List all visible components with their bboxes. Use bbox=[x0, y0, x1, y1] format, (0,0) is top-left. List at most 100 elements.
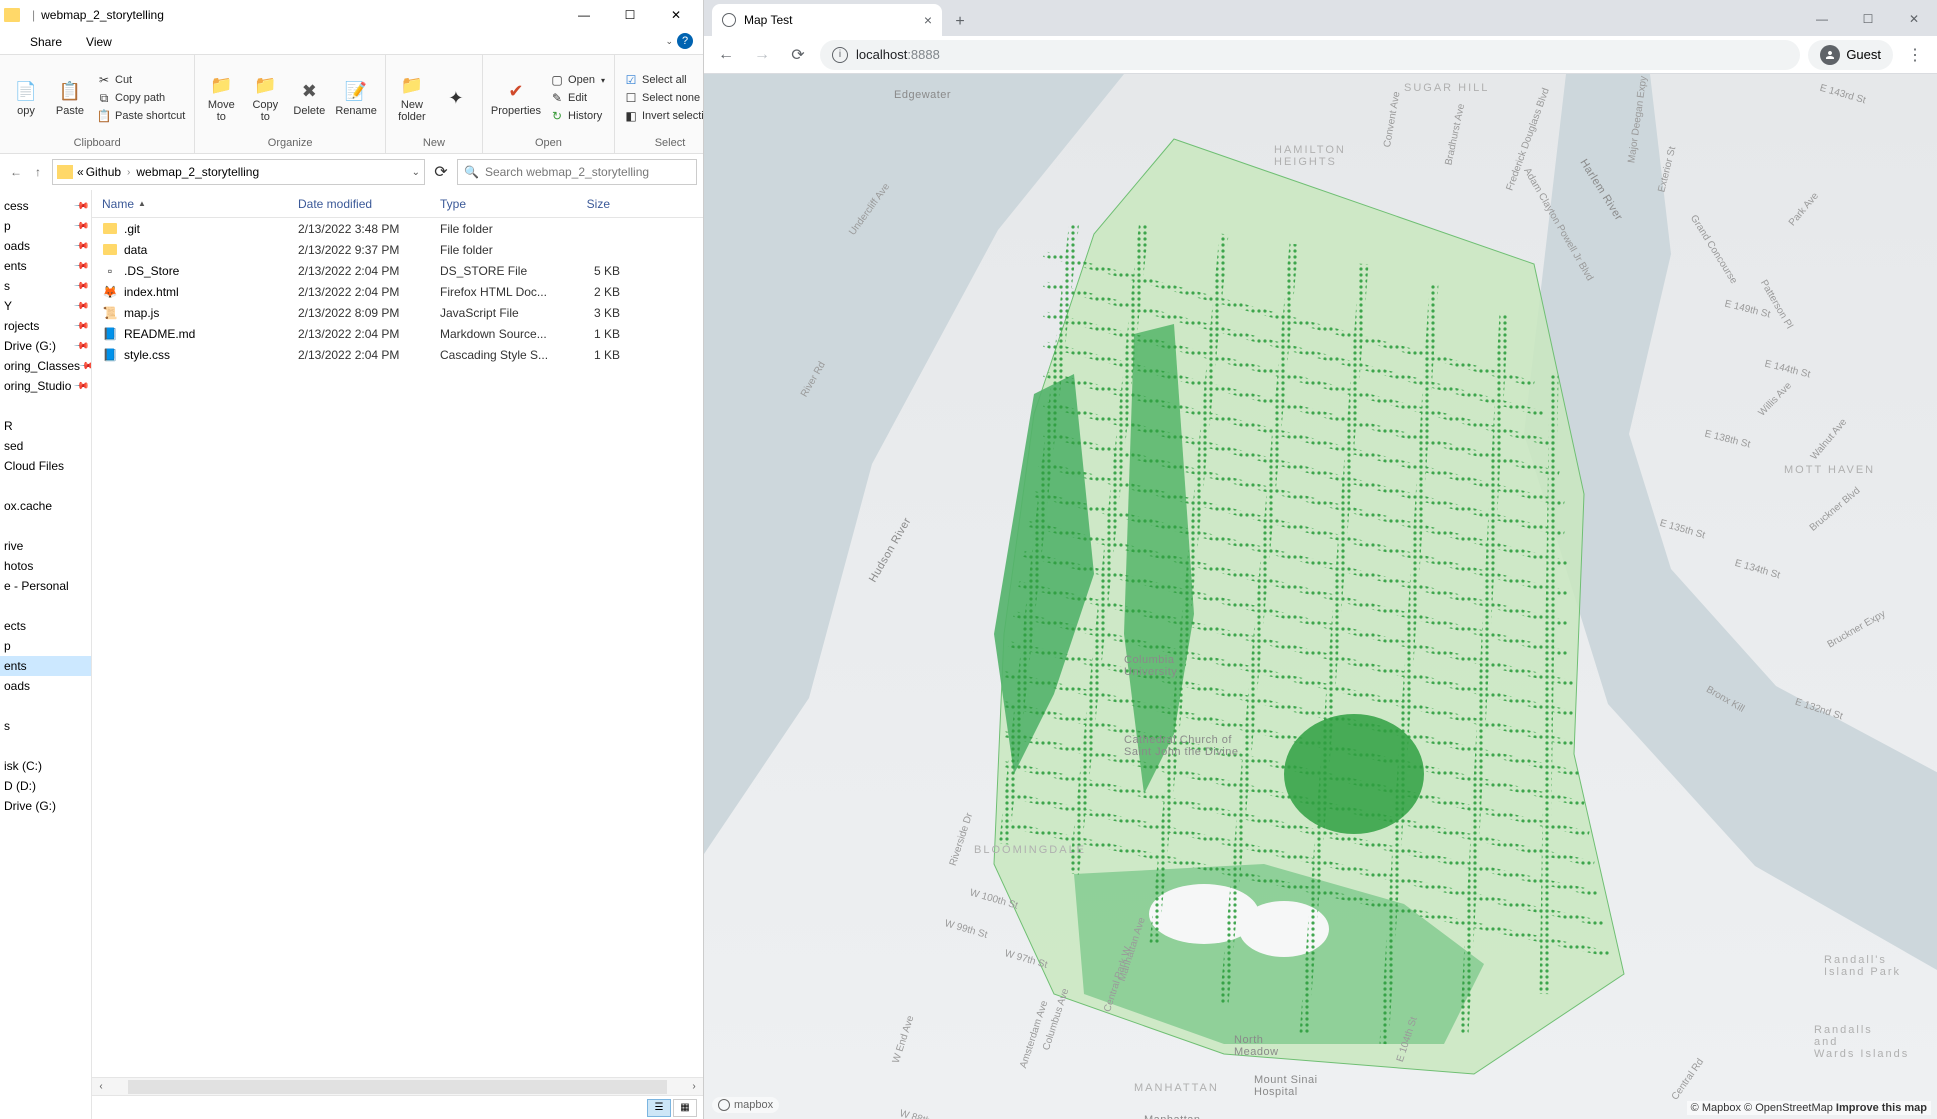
menu-view[interactable]: View bbox=[86, 35, 112, 49]
browser-menu-button[interactable]: ⋮ bbox=[1901, 41, 1929, 69]
history-button[interactable]: ↻History bbox=[547, 108, 608, 124]
new-folder-button[interactable]: 📁New folder bbox=[392, 59, 432, 137]
navigation-sidebar[interactable]: cess📌p📌oads📌ents📌s📌Y📌rojects📌Drive (G:)📌… bbox=[0, 190, 92, 1119]
select-all-label: Select all bbox=[642, 74, 687, 86]
sidebar-item[interactable]: isk (C:) bbox=[0, 756, 91, 776]
sidebar-item[interactable] bbox=[0, 516, 91, 536]
refresh-button[interactable]: ⟳ bbox=[429, 159, 453, 185]
sidebar-item[interactable]: p bbox=[0, 636, 91, 656]
scroll-left-icon[interactable]: ‹ bbox=[92, 1081, 110, 1092]
file-row[interactable]: 📜map.js2/13/2022 8:09 PMJavaScript File3… bbox=[92, 302, 703, 323]
sidebar-item[interactable]: Cloud Files bbox=[0, 456, 91, 476]
sidebar-item[interactable] bbox=[0, 476, 91, 496]
new-item-button[interactable]: ✦ bbox=[436, 59, 476, 137]
paste-shortcut-button[interactable]: 📋Paste shortcut bbox=[94, 108, 188, 124]
sidebar-item[interactable]: oring_Studio📌 bbox=[0, 376, 91, 396]
help-icon[interactable]: ? bbox=[677, 33, 693, 49]
sidebar-item[interactable] bbox=[0, 696, 91, 716]
cut-button[interactable]: ✂Cut bbox=[94, 72, 188, 88]
sidebar-item[interactable]: D (D:) bbox=[0, 776, 91, 796]
sidebar-item[interactable]: s bbox=[0, 716, 91, 736]
file-row[interactable]: data2/13/2022 9:37 PMFile folder bbox=[92, 239, 703, 260]
sidebar-item[interactable]: oads bbox=[0, 676, 91, 696]
map-viewport[interactable]: SUGAR HILLHAMILTONHEIGHTSMOTT HAVENMANHA… bbox=[704, 74, 1937, 1119]
sidebar-item[interactable] bbox=[0, 596, 91, 616]
view-details-button[interactable]: ☰ bbox=[647, 1099, 671, 1117]
sidebar-item[interactable]: rojects📌 bbox=[0, 316, 91, 336]
new-tab-button[interactable]: + bbox=[946, 8, 974, 36]
browser-reload-button[interactable]: ⟳ bbox=[784, 41, 812, 69]
sidebar-item[interactable]: R bbox=[0, 416, 91, 436]
sidebar-item[interactable]: ox.cache bbox=[0, 496, 91, 516]
url-input[interactable]: i localhost:8888 bbox=[820, 40, 1800, 70]
open-button[interactable]: ▢Open▾ bbox=[547, 72, 608, 88]
sidebar-item[interactable]: rive bbox=[0, 536, 91, 556]
breadcrumb-item[interactable]: webmap_2_storytelling bbox=[136, 165, 259, 179]
sidebar-item[interactable]: Drive (G:) bbox=[0, 796, 91, 816]
sidebar-item[interactable]: ents📌 bbox=[0, 256, 91, 276]
sidebar-item[interactable]: Drive (G:)📌 bbox=[0, 336, 91, 356]
sidebar-item[interactable]: hotos bbox=[0, 556, 91, 576]
attr-osm[interactable]: © OpenStreetMap bbox=[1744, 1102, 1833, 1114]
column-date[interactable]: Date modified bbox=[288, 197, 430, 211]
column-size[interactable]: Size bbox=[550, 197, 620, 211]
copy-to-button[interactable]: 📁Copy to bbox=[245, 59, 285, 137]
browser-maximize-button[interactable]: ☐ bbox=[1845, 2, 1891, 36]
browser-forward-button[interactable]: → bbox=[748, 41, 776, 69]
properties-button[interactable]: ✔Properties bbox=[489, 59, 543, 137]
browser-close-button[interactable]: ✕ bbox=[1891, 2, 1937, 36]
sidebar-item[interactable]: sed bbox=[0, 436, 91, 456]
copy-path-button[interactable]: ⧉Copy path bbox=[94, 90, 188, 106]
ribbon-collapse-icon[interactable]: ⌄ bbox=[665, 36, 673, 47]
scroll-right-icon[interactable]: › bbox=[685, 1081, 703, 1092]
file-row[interactable]: 📘style.css2/13/2022 2:04 PMCascading Sty… bbox=[92, 344, 703, 365]
file-row[interactable]: 📘README.md2/13/2022 2:04 PMMarkdown Sour… bbox=[92, 323, 703, 344]
view-icons-button[interactable]: ▦ bbox=[673, 1099, 697, 1117]
file-row[interactable]: .git2/13/2022 3:48 PMFile folder bbox=[92, 218, 703, 239]
close-button[interactable]: ✕ bbox=[653, 0, 699, 30]
sidebar-item[interactable]: Y📌 bbox=[0, 296, 91, 316]
minimize-button[interactable]: — bbox=[561, 0, 607, 30]
breadcrumb-item[interactable]: Github bbox=[86, 165, 121, 179]
column-type[interactable]: Type bbox=[430, 197, 550, 211]
sidebar-item[interactable]: p📌 bbox=[0, 216, 91, 236]
sidebar-item[interactable]: cess📌 bbox=[0, 196, 91, 216]
tab-close-button[interactable]: × bbox=[924, 12, 932, 28]
site-info-icon[interactable]: i bbox=[832, 47, 848, 63]
sidebar-item[interactable]: oring_Classes📌 bbox=[0, 356, 91, 376]
sidebar-item[interactable]: e - Personal bbox=[0, 576, 91, 596]
file-row[interactable]: 🦊index.html2/13/2022 2:04 PMFirefox HTML… bbox=[92, 281, 703, 302]
maximize-button[interactable]: ☐ bbox=[607, 0, 653, 30]
paste-button[interactable]: 📋 Paste bbox=[50, 59, 90, 137]
search-input[interactable]: 🔍 Search webmap_2_storytelling bbox=[457, 159, 697, 185]
move-to-button[interactable]: 📁Move to bbox=[201, 59, 241, 137]
breadcrumb[interactable]: « Github › webmap_2_storytelling ⌄ bbox=[52, 159, 425, 185]
rename-button[interactable]: 📝Rename bbox=[333, 59, 379, 137]
nav-up-button[interactable]: ↑ bbox=[28, 161, 48, 183]
attr-mapbox[interactable]: © Mapbox bbox=[1691, 1102, 1741, 1114]
attr-improve[interactable]: Improve this map bbox=[1836, 1102, 1927, 1114]
browser-back-button[interactable]: ← bbox=[712, 41, 740, 69]
delete-button[interactable]: ✖Delete bbox=[289, 59, 329, 137]
titlebar[interactable]: | webmap_2_storytelling — ☐ ✕ bbox=[0, 0, 703, 30]
mapbox-logo[interactable]: mapbox bbox=[712, 1097, 779, 1113]
file-row[interactable]: ▫.DS_Store2/13/2022 2:04 PMDS_STORE File… bbox=[92, 260, 703, 281]
edit-button[interactable]: ✎Edit bbox=[547, 90, 608, 106]
sidebar-item[interactable]: ents bbox=[0, 656, 91, 676]
profile-chip[interactable]: Guest bbox=[1808, 40, 1893, 70]
browser-minimize-button[interactable]: — bbox=[1799, 2, 1845, 36]
column-name[interactable]: Name▲ bbox=[92, 197, 288, 211]
browser-tab[interactable]: Map Test × bbox=[712, 4, 942, 36]
copy-button[interactable]: 📄 opy bbox=[6, 59, 46, 137]
sidebar-item[interactable] bbox=[0, 396, 91, 416]
sidebar-item[interactable] bbox=[0, 736, 91, 756]
breadcrumb-dropdown-icon[interactable]: ⌄ bbox=[412, 167, 420, 178]
sidebar-item[interactable]: oads📌 bbox=[0, 236, 91, 256]
scrollbar-track[interactable] bbox=[128, 1080, 667, 1094]
menu-share[interactable]: Share bbox=[30, 35, 62, 49]
sidebar-item[interactable]: s📌 bbox=[0, 276, 91, 296]
sidebar-item[interactable]: ects bbox=[0, 616, 91, 636]
breadcrumb-root[interactable]: « bbox=[77, 165, 84, 179]
horizontal-scrollbar[interactable]: ‹ › bbox=[92, 1077, 703, 1095]
nav-back-button[interactable]: ← bbox=[6, 161, 26, 183]
